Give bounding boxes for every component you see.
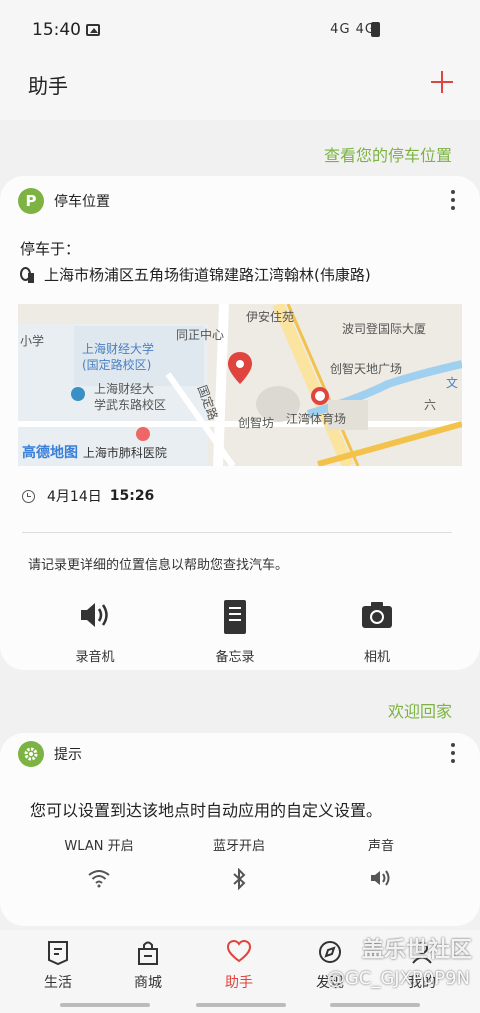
map-label: 上海财经大学 — [82, 342, 155, 356]
camera-icon — [362, 600, 392, 634]
map-logo: 高德地图 上海市肺科医院 — [22, 442, 167, 462]
nav-label: 商城 — [134, 975, 162, 991]
action-label: 录音机 — [75, 650, 115, 665]
parking-address: 上海市杨浦区五角场街道锦建路江湾翰林(伟康路) — [20, 264, 371, 285]
map-label: 文 — [446, 376, 459, 390]
more-options-icon[interactable] — [450, 743, 456, 763]
speaker-icon — [79, 600, 111, 634]
parking-card[interactable]: P 停车位置 停车于： 上海市杨浦区五角场街道锦建路江湾翰林(伟康路) 小学 上… — [0, 176, 480, 670]
parking-map[interactable]: 小学 上海财经大学 (国定路校区) 上海财经大 学武东路校区 国定路 同正中心 … — [18, 304, 462, 466]
nav-shop[interactable]: 商城 — [108, 940, 188, 992]
map-label: 上海财经大 — [94, 382, 155, 396]
gesture-bar-left — [60, 1003, 150, 1007]
parked-at-label: 停车于： — [20, 240, 81, 258]
nav-assistant[interactable]: 助手 — [199, 939, 279, 992]
camera-button[interactable]: 相机 — [332, 600, 422, 665]
card-header: P 停车位置 — [18, 188, 110, 214]
nav-label: 助手 — [225, 975, 253, 991]
map-label: 同正中心 — [176, 328, 225, 342]
page-title: 助手 — [28, 74, 68, 98]
map-label: 伊安住苑 — [246, 310, 295, 324]
divider — [22, 532, 452, 533]
map-label: 小学 — [20, 334, 45, 348]
parked-time: 4月14日 15:26 — [22, 486, 154, 506]
watermark-title: 盖乐世社区 — [361, 938, 472, 963]
parked-date: 4月14日 — [47, 489, 102, 505]
recorder-button[interactable]: 录音机 — [50, 600, 140, 665]
status-bar: 15:40 4G 4G — [0, 0, 480, 60]
welcome-home-link[interactable]: 欢迎回家 — [388, 698, 452, 722]
volume-icon — [326, 868, 436, 890]
card-title: 提示 — [54, 747, 82, 763]
action-label: 备忘录 — [215, 650, 255, 665]
card-header: 提示 — [18, 741, 82, 767]
memo-icon — [224, 600, 246, 634]
map-label: 波司登国际大厦 — [342, 322, 427, 336]
heart-icon — [199, 939, 279, 966]
app-header — [0, 60, 480, 120]
map-label: (国定路校区) — [82, 358, 152, 372]
battery-icon — [371, 22, 380, 37]
image-notification-icon — [86, 24, 100, 36]
bluetooth-icon — [184, 867, 294, 891]
location-pin-icon — [20, 266, 34, 283]
nav-life[interactable]: 生活 — [18, 940, 98, 992]
gesture-bar-center — [196, 1003, 286, 1007]
compass-icon — [290, 940, 370, 966]
parked-clock-time: 15:26 — [109, 488, 155, 504]
status-time: 15:40 — [32, 20, 81, 40]
map-label: 江湾体育场 — [286, 412, 347, 426]
tips-card[interactable]: 提示 您可以设置到达该地点时自动应用的自定义设置。 WLAN 开启 蓝牙开启 声… — [0, 733, 480, 926]
clock-icon — [22, 489, 35, 503]
setting-label: 蓝牙开启 — [212, 839, 265, 854]
settings-gear-icon — [18, 741, 44, 767]
add-icon[interactable] — [428, 68, 456, 96]
more-options-icon[interactable] — [450, 190, 456, 210]
setting-sound: 声音 — [326, 835, 436, 890]
parking-hint: 请记录更详细的位置信息以帮助您查找汽车。 — [28, 558, 289, 573]
map-label: 学武东路校区 — [94, 398, 167, 412]
view-parking-link[interactable]: 查看您的停车位置 — [324, 142, 452, 166]
gesture-bar-right — [330, 1003, 420, 1007]
card-title: 停车位置 — [54, 194, 110, 210]
life-icon — [18, 940, 98, 966]
nav-label: 生活 — [44, 975, 72, 991]
action-label: 相机 — [363, 650, 390, 665]
shop-icon — [108, 940, 188, 966]
map-label: 创智坊 — [238, 416, 275, 430]
parking-badge-icon: P — [18, 188, 44, 214]
setting-label: 声音 — [367, 839, 394, 854]
memo-button[interactable]: 备忘录 — [190, 600, 280, 665]
setting-wlan: WLAN 开启 — [44, 835, 154, 890]
map-label: 上海市肺科医院 — [82, 446, 167, 460]
wifi-icon — [44, 868, 154, 890]
map-label: 六 — [424, 398, 437, 412]
tip-text: 您可以设置到达该地点时自动应用的自定义设置。 — [30, 801, 383, 820]
map-logo-text: 高德地图 — [22, 445, 78, 461]
setting-label: WLAN 开启 — [64, 839, 134, 854]
signal-indicator: 4G 4G — [330, 22, 376, 37]
setting-bluetooth: 蓝牙开启 — [184, 835, 294, 891]
address-text: 上海市杨浦区五角场街道锦建路江湾翰林(伟康路) — [44, 266, 371, 284]
map-label: 创智天地广场 — [330, 362, 403, 376]
watermark-handle: @GC_GJXP0P9N — [326, 968, 470, 989]
